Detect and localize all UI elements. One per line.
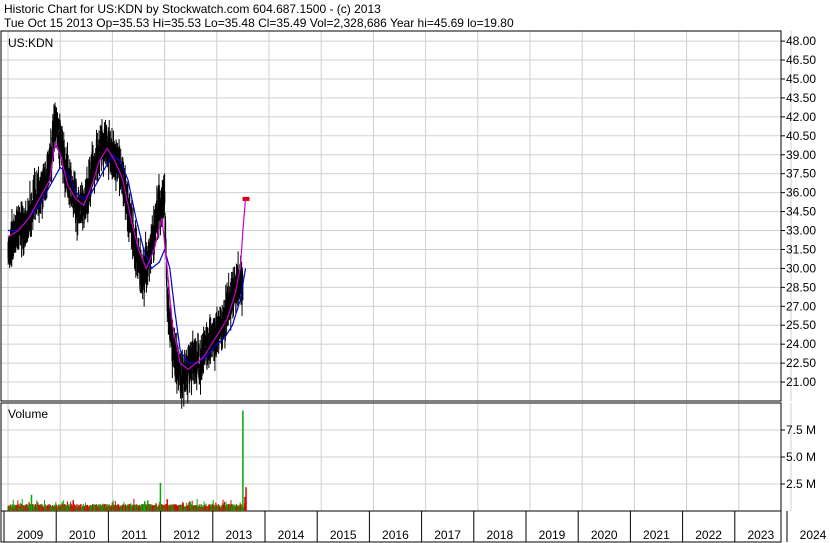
x-tick-label: 2010 (69, 528, 96, 542)
x-tick-label: 2017 (434, 528, 461, 542)
x-tick-label: 2023 (747, 528, 774, 542)
y-tick-label: 21.00 (786, 375, 816, 389)
y-tick-label: 39.00 (786, 148, 816, 162)
price-panel-frame (0, 30, 782, 402)
chart-canvas: 2009 2010 2011 2012 2013 2014 2015 2016 2017 2018… (0, 2, 827, 543)
x-tick-label: 2022 (695, 528, 722, 542)
y-tick-label: 33.00 (786, 224, 816, 238)
x-tick-label: 2021 (643, 528, 670, 542)
last-price-marker (242, 196, 250, 201)
x-tick-label: 2020 (591, 528, 618, 542)
chart-frames (0, 30, 782, 543)
y-tick-label: 46.50 (786, 53, 816, 67)
y-tick-label: 36.00 (786, 186, 816, 200)
y-tick-label: 42.00 (786, 110, 816, 124)
volume-tick-label: 5.0 M (786, 450, 816, 464)
symbol-label: US:KDN (8, 36, 53, 50)
y-tick-label: 30.00 (786, 261, 816, 275)
volume-bars (7, 410, 247, 511)
volume-tick-label: 2.5 M (786, 477, 816, 491)
x-tick-label: 2009 (17, 528, 44, 542)
y-tick-label: 22.50 (786, 356, 816, 370)
axis-labels: 2009 2010 2011 2012 2013 2014 2015 2016 2017 2018… (17, 34, 827, 542)
x-tick-label: 2011 (121, 528, 147, 542)
x-tick-label: 2019 (539, 528, 566, 542)
x-tick-label: 2012 (173, 528, 200, 542)
y-tick-label: 31.50 (786, 242, 816, 256)
x-tick-label: 2014 (278, 528, 305, 542)
y-tick-label: 40.50 (786, 129, 816, 143)
header-quote: Tue Oct 15 2013 Op=35.53 Hi=35.53 Lo=35.… (4, 16, 514, 30)
y-tick-label: 34.50 (786, 205, 816, 219)
stock-chart: 2009 2010 2011 2012 2013 2014 2015 2016 2017 2018… (0, 0, 830, 543)
y-tick-label: 25.50 (786, 318, 816, 332)
y-tick-label: 27.00 (786, 299, 816, 313)
volume-label: Volume (8, 407, 48, 421)
x-tick-label: 2013 (225, 528, 252, 542)
y-tick-label: 28.50 (786, 280, 816, 294)
y-tick-label: 37.50 (786, 167, 816, 181)
header-title: Historic Chart for US:KDN by Stockwatch.… (4, 2, 381, 16)
x-tick-label: 2024 (800, 528, 827, 542)
grid (1, 31, 792, 542)
y-tick-label: 45.00 (786, 72, 816, 86)
y-tick-label: 43.50 (786, 91, 816, 105)
x-tick-label: 2015 (330, 528, 357, 542)
volume-tick-label: 7.5 M (786, 423, 816, 437)
x-tick-label: 2018 (486, 528, 513, 542)
y-tick-label: 48.00 (786, 34, 816, 48)
y-tick-label: 24.00 (786, 337, 816, 351)
x-tick-label: 2016 (382, 528, 409, 542)
